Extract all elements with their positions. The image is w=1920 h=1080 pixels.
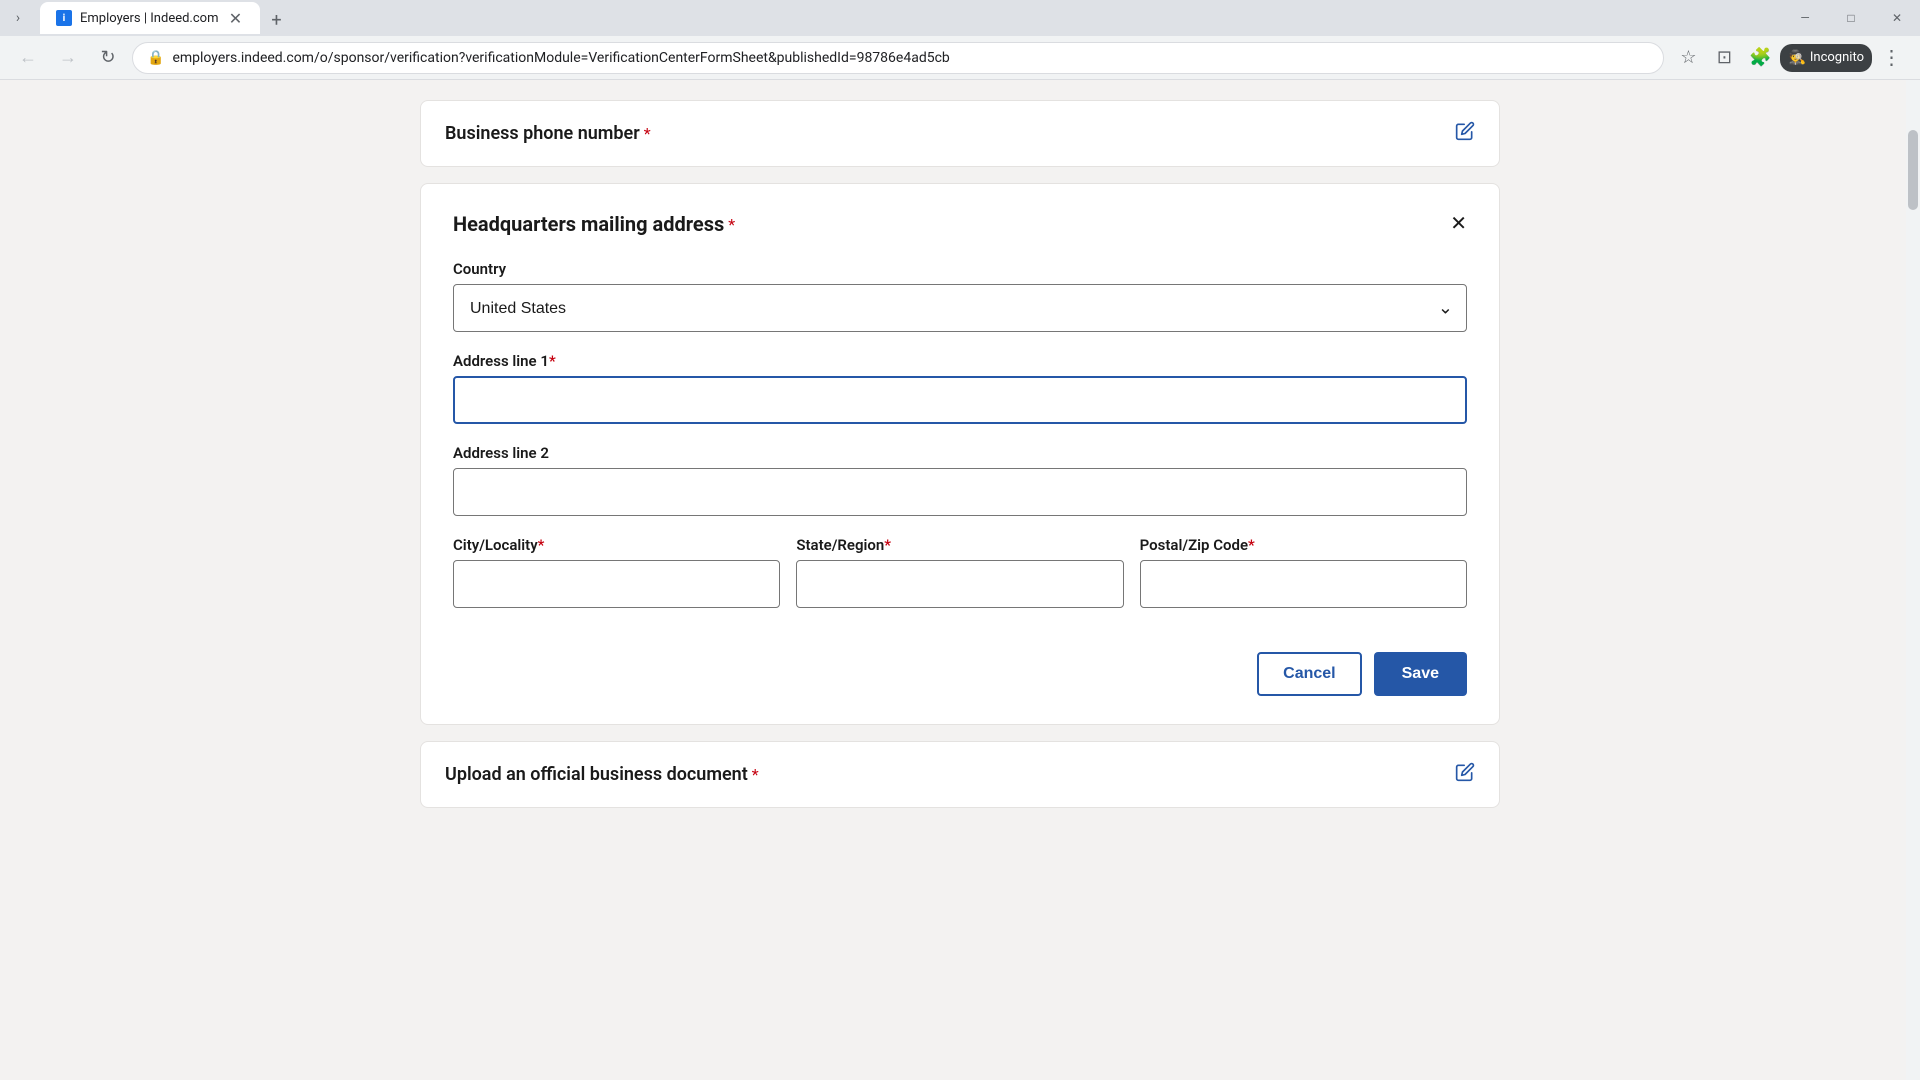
hq-required-star: *: [728, 215, 735, 234]
lock-icon: 🔒: [147, 50, 164, 66]
zip-label: Postal/Zip Code*: [1140, 536, 1467, 554]
zip-input[interactable]: [1140, 560, 1467, 608]
window-close-button[interactable]: ✕: [1874, 0, 1920, 36]
hq-section: Headquarters mailing address * ✕ Country…: [420, 183, 1500, 725]
phone-section-title: Business phone number: [445, 123, 640, 144]
incognito-indicator: 🕵 Incognito: [1780, 44, 1872, 72]
active-tab[interactable]: i Employers | Indeed.com ✕: [40, 2, 260, 34]
form-actions: Cancel Save: [453, 652, 1467, 696]
new-tab-button[interactable]: +: [262, 6, 290, 34]
menu-button[interactable]: ⋮: [1876, 42, 1908, 74]
tab-list-arrow[interactable]: ›: [8, 8, 28, 28]
address1-input[interactable]: [453, 376, 1467, 424]
upload-section: Upload an official business document *: [420, 741, 1500, 808]
address1-required-star: *: [549, 352, 556, 370]
edit-pencil-icon: [1455, 121, 1475, 141]
forward-button[interactable]: →: [52, 42, 84, 74]
state-input[interactable]: [796, 560, 1123, 608]
address2-input[interactable]: [453, 468, 1467, 516]
address-bar[interactable]: 🔒 employers.indeed.com/o/sponsor/verific…: [132, 42, 1664, 74]
phone-edit-button[interactable]: [1455, 121, 1475, 146]
url-text: employers.indeed.com/o/sponsor/verificat…: [172, 50, 949, 66]
country-select-wrapper: United States Canada United Kingdom Aust…: [453, 284, 1467, 332]
upload-section-title: Upload an official business document: [445, 764, 748, 785]
bookmark-star-button[interactable]: ⊡: [1708, 42, 1740, 74]
refresh-button[interactable]: ↻: [92, 42, 124, 74]
state-required-star: *: [884, 536, 891, 554]
upload-required-star: *: [752, 765, 759, 784]
upload-edit-pencil-icon: [1455, 762, 1475, 782]
phone-section: Business phone number *: [420, 100, 1500, 167]
city-label: City/Locality*: [453, 536, 780, 554]
state-field-group: State/Region*: [796, 536, 1123, 608]
maximize-button[interactable]: □: [1828, 0, 1874, 36]
address1-label: Address line 1*: [453, 352, 1467, 370]
tab-close-button[interactable]: ✕: [226, 9, 244, 27]
address2-field-group: Address line 2: [453, 444, 1467, 516]
scrollbar-thumb[interactable]: [1908, 130, 1918, 210]
address2-label: Address line 2: [453, 444, 1467, 462]
country-select[interactable]: United States Canada United Kingdom Aust…: [453, 284, 1467, 332]
address1-field-group: Address line 1*: [453, 352, 1467, 424]
city-state-zip-row: City/Locality* State/Region* Postal/Zip …: [453, 536, 1467, 628]
city-input[interactable]: [453, 560, 780, 608]
city-required-star: *: [538, 536, 545, 554]
incognito-label: Incognito: [1810, 50, 1864, 65]
minimize-button[interactable]: —: [1782, 0, 1828, 36]
upload-edit-button[interactable]: [1455, 762, 1475, 787]
country-label: Country: [453, 260, 1467, 278]
hq-close-button[interactable]: ✕: [1450, 214, 1467, 234]
hq-section-title: Headquarters mailing address: [453, 212, 724, 236]
tab-favicon: i: [56, 10, 72, 26]
zip-required-star: *: [1248, 536, 1255, 554]
state-label: State/Region*: [796, 536, 1123, 554]
scrollbar-track: [1906, 80, 1920, 1080]
save-button[interactable]: Save: [1374, 652, 1467, 696]
bookmark-manager-button[interactable]: ☆: [1672, 42, 1704, 74]
zip-field-group: Postal/Zip Code*: [1140, 536, 1467, 608]
tab-title: Employers | Indeed.com: [80, 11, 218, 26]
cancel-button[interactable]: Cancel: [1257, 652, 1361, 696]
extensions-button[interactable]: 🧩: [1744, 42, 1776, 74]
city-field-group: City/Locality*: [453, 536, 780, 608]
phone-required-star: *: [644, 124, 651, 143]
back-button[interactable]: ←: [12, 42, 44, 74]
country-field-group: Country United States Canada United King…: [453, 260, 1467, 332]
